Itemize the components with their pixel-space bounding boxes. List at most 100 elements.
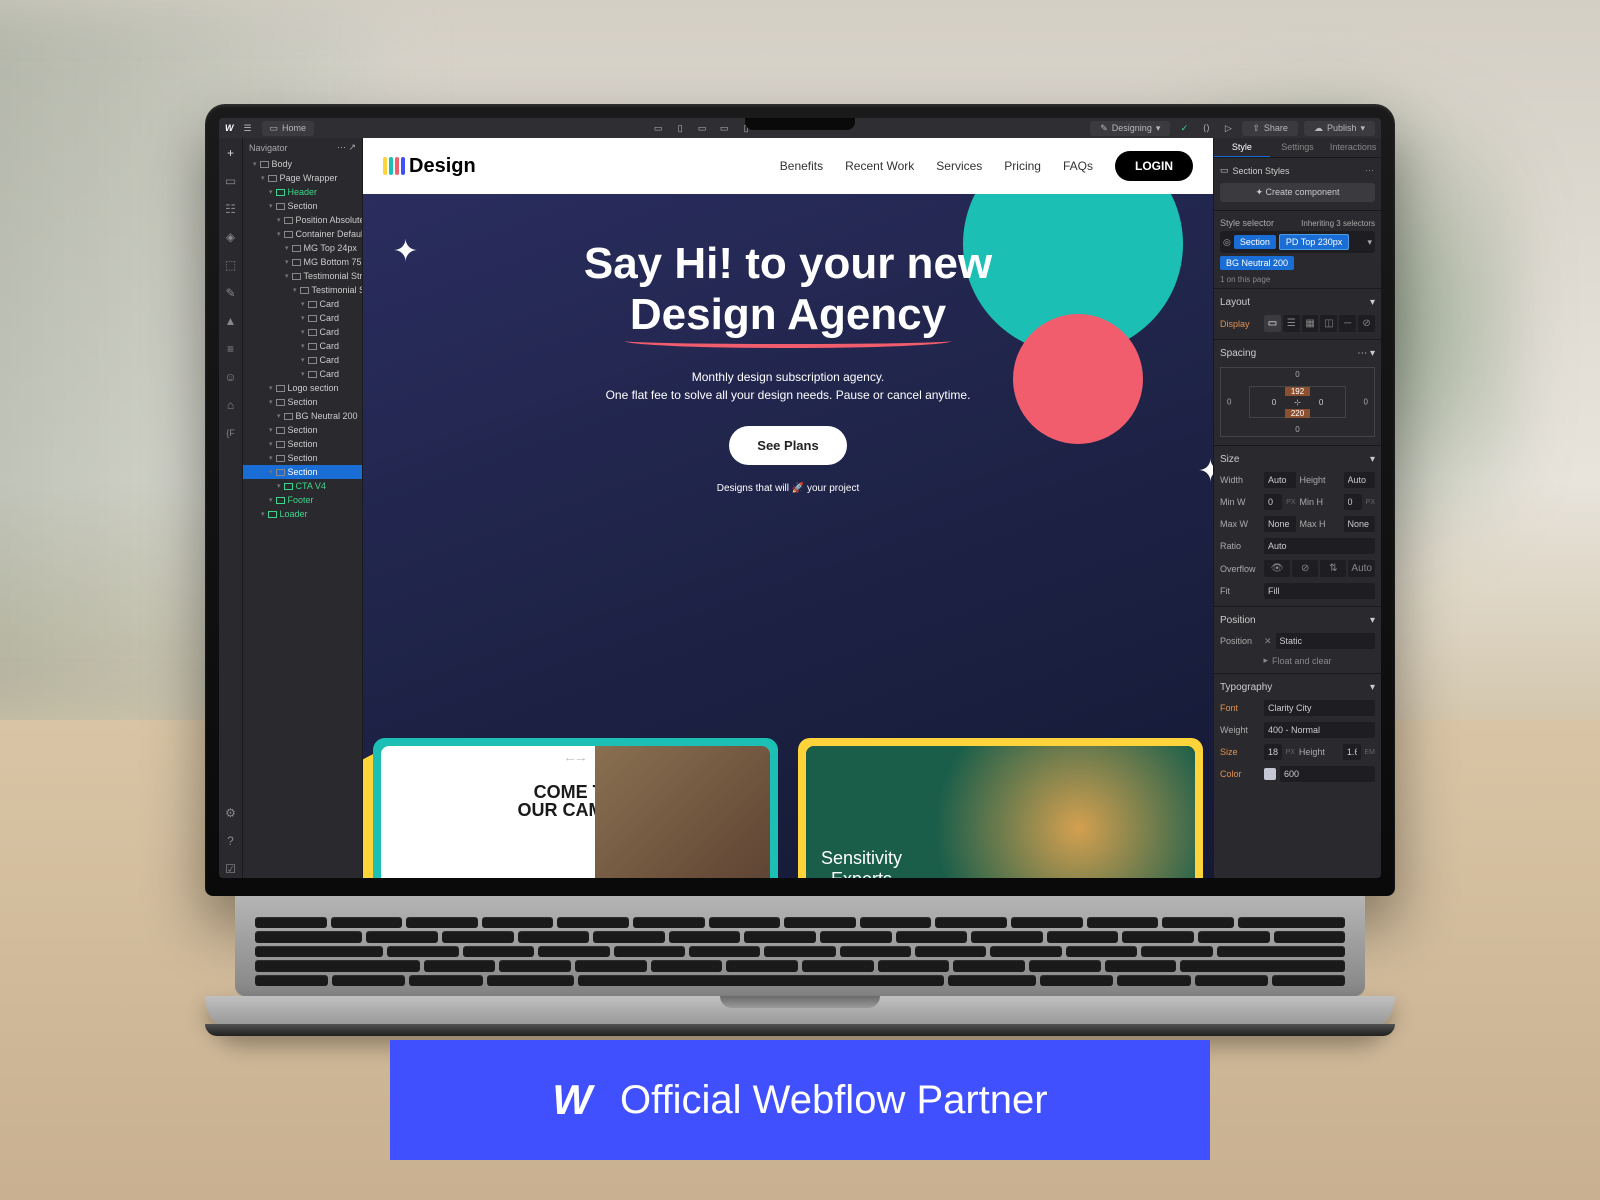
tree-item[interactable]: ▾Testimonial Strip Ma: [243, 269, 362, 283]
overflow-auto[interactable]: Auto: [1348, 560, 1375, 577]
tree-item[interactable]: ▾Section: [243, 423, 362, 437]
minh-input[interactable]: [1344, 494, 1362, 510]
tree-item[interactable]: ▾MG Bottom 75px: [243, 255, 362, 269]
tree-item[interactable]: ▾Section: [243, 465, 362, 479]
more-icon[interactable]: ⋯: [1365, 165, 1375, 176]
users-icon[interactable]: ☺: [222, 368, 240, 386]
layout-header[interactable]: Layout▾: [1220, 293, 1375, 312]
tree-item[interactable]: ▾Loader: [243, 507, 362, 521]
tree-item[interactable]: ▾Card: [243, 311, 362, 325]
tree-item[interactable]: ▾Section: [243, 199, 362, 213]
overflow-hidden-icon[interactable]: ⊘: [1292, 560, 1318, 577]
display-grid-icon[interactable]: ▦: [1302, 315, 1319, 332]
tree-item[interactable]: ▾Section: [243, 451, 362, 465]
audit-icon[interactable]: ☑: [222, 860, 240, 878]
float-clear[interactable]: Float and clear: [1272, 656, 1332, 666]
tree-item[interactable]: ▾BG Neutral 200: [243, 409, 362, 423]
ratio-input[interactable]: [1264, 538, 1375, 554]
size-header[interactable]: Size▾: [1220, 450, 1375, 469]
tree-item[interactable]: ▾Card: [243, 325, 362, 339]
site-logo[interactable]: Design: [383, 155, 476, 178]
components-icon[interactable]: ◈: [222, 228, 240, 246]
tree-item[interactable]: ▾Card: [243, 353, 362, 367]
webflow-logo-icon[interactable]: W: [225, 123, 234, 133]
share-button[interactable]: ⇧Share: [1242, 121, 1298, 136]
device-tablet-landscape-icon[interactable]: ▭: [694, 121, 710, 135]
color-swatch[interactable]: [1264, 768, 1276, 780]
weight-input[interactable]: [1264, 722, 1375, 738]
overflow-scroll-icon[interactable]: ⇅: [1320, 560, 1346, 577]
navigator-icon[interactable]: ☷: [222, 200, 240, 218]
typography-header[interactable]: Typography▾: [1220, 678, 1375, 697]
help-icon[interactable]: ?: [222, 832, 240, 850]
display-none-icon[interactable]: ⊘: [1358, 315, 1375, 332]
tree-item[interactable]: ▾Body: [243, 157, 362, 171]
tree-item[interactable]: ▾Footer: [243, 493, 362, 507]
tree-item[interactable]: ▾Testimonial Strip V: [243, 283, 362, 297]
maxw-input[interactable]: [1264, 516, 1296, 532]
pages-icon[interactable]: ▭: [222, 172, 240, 190]
selector-tag[interactable]: Section: [1234, 235, 1276, 249]
display-block-icon[interactable]: ▭: [1264, 315, 1281, 332]
style-manager-icon[interactable]: ✎: [222, 284, 240, 302]
fit-input[interactable]: [1264, 583, 1375, 599]
display-flex-icon[interactable]: ☰: [1283, 315, 1300, 332]
selector-state-icon[interactable]: ▾: [1367, 237, 1372, 248]
fsize-input[interactable]: [1264, 744, 1282, 760]
panel-options-icon[interactable]: ⋯ ↗: [337, 142, 356, 153]
overflow-visible-icon[interactable]: 👁: [1264, 560, 1290, 577]
preview-icon[interactable]: ▷: [1220, 121, 1236, 135]
tree-item[interactable]: ▾MG Top 24px: [243, 241, 362, 255]
padding-top[interactable]: 192: [1285, 387, 1310, 396]
portfolio-card[interactable]: ⟵ ⟶ COME TOOUR CAMPS!: [373, 738, 778, 878]
apps-icon[interactable]: {F: [222, 424, 240, 442]
settings-icon[interactable]: ⚙: [222, 804, 240, 822]
color-input[interactable]: [1280, 766, 1375, 782]
tree-item[interactable]: ▾Card: [243, 297, 362, 311]
tree-item[interactable]: ▾Section: [243, 437, 362, 451]
variables-icon[interactable]: ⬚: [222, 256, 240, 274]
nav-link[interactable]: Pricing: [1004, 159, 1041, 173]
tab-style[interactable]: Style: [1214, 138, 1270, 157]
nav-link[interactable]: Recent Work: [845, 159, 914, 173]
device-mobile-landscape-icon[interactable]: ▭: [716, 121, 732, 135]
position-input[interactable]: [1276, 633, 1375, 649]
minw-input[interactable]: [1264, 494, 1282, 510]
maxh-input[interactable]: [1344, 516, 1376, 532]
code-icon[interactable]: ⟨⟩: [1198, 121, 1214, 135]
check-icon[interactable]: ✓: [1176, 121, 1192, 135]
assets-icon[interactable]: ▲: [222, 312, 240, 330]
nav-link[interactable]: Services: [936, 159, 982, 173]
position-header[interactable]: Position▾: [1220, 611, 1375, 630]
padding-bottom[interactable]: 220: [1285, 409, 1310, 418]
tree-item[interactable]: ▾Container Default: [243, 227, 362, 241]
selector-tag[interactable]: PD Top 230px: [1279, 234, 1349, 250]
width-input[interactable]: [1264, 472, 1296, 488]
device-tablet-icon[interactable]: ▯: [672, 121, 688, 135]
publish-button[interactable]: ☁Publish▾: [1304, 121, 1375, 136]
lineheight-input[interactable]: [1343, 744, 1361, 760]
breadcrumb-home[interactable]: ▭ Home: [262, 121, 315, 136]
tree-item[interactable]: ▾Position Absolute: [243, 213, 362, 227]
font-input[interactable]: [1264, 700, 1375, 716]
menu-icon[interactable]: ☰: [240, 121, 256, 135]
mode-designing[interactable]: ✎Designing▾: [1090, 121, 1170, 136]
inheriting-info[interactable]: Inheriting 3 selectors: [1301, 219, 1375, 228]
tree-item[interactable]: ▾Section: [243, 395, 362, 409]
see-plans-button[interactable]: See Plans: [729, 426, 846, 465]
tree-item[interactable]: ▾Header: [243, 185, 362, 199]
spacing-editor[interactable]: 0 0 0 0 192 0⊹0 220: [1220, 367, 1375, 437]
tree-item[interactable]: ▾Card: [243, 339, 362, 353]
height-input[interactable]: [1344, 472, 1376, 488]
display-inline-icon[interactable]: ─: [1339, 315, 1356, 332]
tree-item[interactable]: ▾Card: [243, 367, 362, 381]
ecommerce-icon[interactable]: ⌂: [222, 396, 240, 414]
nav-link[interactable]: Benefits: [780, 159, 823, 173]
selector-tag[interactable]: BG Neutral 200: [1220, 256, 1294, 270]
tab-interactions[interactable]: Interactions: [1325, 138, 1381, 157]
spacing-header[interactable]: Spacing⋯ ▾: [1220, 344, 1375, 363]
portfolio-card[interactable]: SensitivityExperts: [798, 738, 1203, 878]
tree-item[interactable]: ▾CTA V4: [243, 479, 362, 493]
tab-settings[interactable]: Settings: [1270, 138, 1326, 157]
design-canvas[interactable]: Design Benefits Recent Work Services Pricin…: [363, 138, 1213, 878]
